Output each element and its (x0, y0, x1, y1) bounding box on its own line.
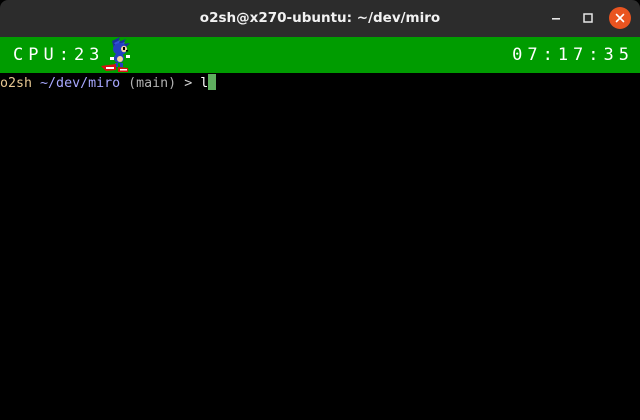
title-bar[interactable]: o2sh@x270-ubuntu: ~/dev/miro (0, 0, 640, 37)
text-cursor (208, 74, 217, 90)
sonic-sprite-icon (101, 37, 130, 72)
prompt-branch: (main) (128, 76, 177, 91)
minimize-button[interactable] (545, 7, 567, 29)
prompt-user: o2sh (0, 76, 33, 91)
minimize-icon (552, 18, 560, 20)
maximize-button[interactable] (577, 7, 599, 29)
status-bar: CPU:23 07:17:35 (0, 37, 640, 73)
prompt-path: ~/dev/miro (40, 76, 121, 91)
cpu-usage-label: CPU:23 (13, 45, 105, 65)
prompt-symbol: > (184, 76, 193, 91)
maximize-icon (583, 13, 593, 23)
close-button[interactable] (609, 7, 631, 29)
clock-label: 07:17:35 (512, 45, 634, 65)
command-input[interactable]: l (200, 76, 208, 91)
prompt-line: o2sh ~/dev/miro (main) > l (0, 74, 640, 92)
close-icon (615, 13, 625, 23)
window-title: o2sh@x270-ubuntu: ~/dev/miro (199, 10, 441, 26)
terminal-window: o2sh@x270-ubuntu: ~/dev/miro CPU:23 07:1… (0, 0, 640, 420)
terminal-area[interactable]: o2sh ~/dev/miro (main) > l (0, 73, 640, 420)
